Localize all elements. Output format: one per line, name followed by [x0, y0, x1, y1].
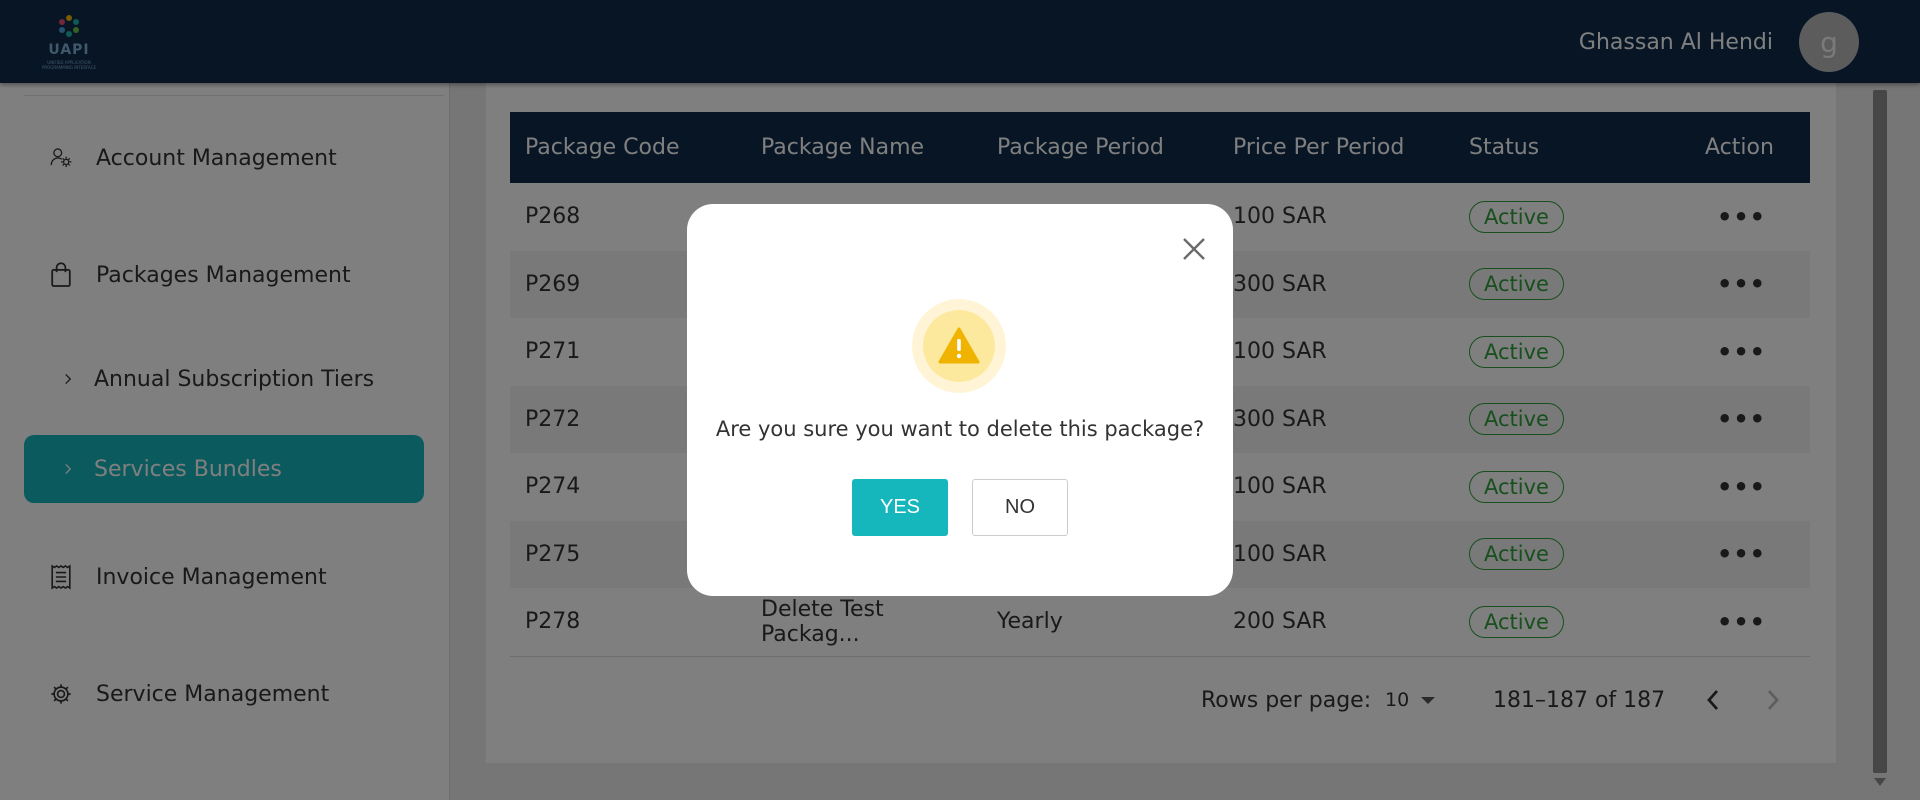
- no-button[interactable]: NO: [972, 479, 1068, 536]
- close-icon: [1183, 238, 1205, 260]
- yes-button[interactable]: YES: [852, 479, 948, 536]
- dialog-message: Are you sure you want to delete this pac…: [715, 417, 1205, 441]
- close-button[interactable]: [1177, 232, 1211, 266]
- warning-icon: [938, 327, 980, 364]
- warning-circle: [912, 299, 1006, 393]
- warning-circle-inner: [923, 310, 995, 382]
- delete-confirm-dialog: Are you sure you want to delete this pac…: [687, 204, 1233, 596]
